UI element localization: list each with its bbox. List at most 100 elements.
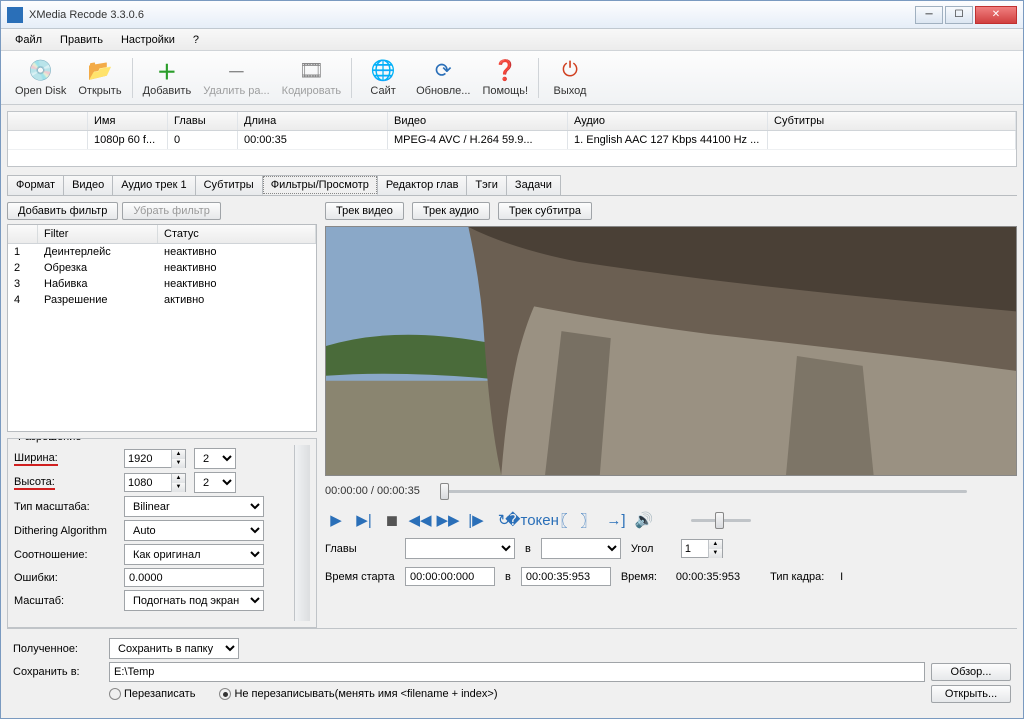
menu-edit[interactable]: Править <box>52 32 111 48</box>
track-video-button[interactable]: Трек видео <box>325 202 404 220</box>
filter-row[interactable]: 2Обрезканеактивно <box>8 260 316 276</box>
dest-select[interactable]: Сохранить в папку <box>109 638 239 659</box>
dither-select[interactable]: Auto <box>124 520 264 541</box>
angle-input[interactable]: ▲▼ <box>681 539 723 558</box>
path-label: Сохранить в: <box>13 666 103 678</box>
menu-settings[interactable]: Настройки <box>113 32 183 48</box>
chapters-label: Главы <box>325 543 395 555</box>
menubar: Файл Править Настройки ? <box>1 29 1023 51</box>
globe-icon: 🌐 <box>371 59 395 83</box>
col-status[interactable]: Статус <box>158 225 316 243</box>
col-subs[interactable]: Субтитры <box>768 112 1016 130</box>
play-button[interactable]: ▶ <box>325 510 347 530</box>
scrollbar[interactable] <box>294 445 310 621</box>
fit-select[interactable]: Подогнать под экран <box>124 590 264 611</box>
no-overwrite-radio[interactable]: Не перезаписывать(менять имя <filename +… <box>219 688 497 700</box>
film-icon: 🎞 <box>299 59 323 83</box>
folder-icon: 📂 <box>88 59 112 83</box>
file-row[interactable]: 1080p 60 f... 0 00:00:35 MPEG-4 AVC / H.… <box>8 131 1016 150</box>
height-div-select[interactable]: 2 <box>194 472 236 493</box>
next-frame-button[interactable]: ▶| <box>353 510 375 530</box>
filter-row[interactable]: 4Разрешениеактивно <box>8 292 316 308</box>
menu-file[interactable]: Файл <box>7 32 50 48</box>
separator <box>538 58 539 98</box>
col-video[interactable]: Видео <box>388 112 568 130</box>
tab-video[interactable]: Видео <box>63 175 113 195</box>
resolution-group: Разрешение Ширина: ▲▼ 2 Высота: ▲▼ 2 Тип… <box>7 438 317 628</box>
tab-chapters[interactable]: Редактор глав <box>377 175 468 195</box>
open-disk-button[interactable]: 💿Open Disk <box>9 53 72 103</box>
filter-table: Filter Статус 1Деинтерлейснеактивно 2Обр… <box>7 224 317 432</box>
refresh-icon: ⟳ <box>431 59 455 83</box>
chapter-to-select[interactable] <box>541 538 621 559</box>
menu-help[interactable]: ? <box>185 32 207 48</box>
left-column: Добавить фильтр Убрать фильтр Filter Ста… <box>7 202 317 628</box>
col-name[interactable]: Имя <box>88 112 168 130</box>
chapter-from-select[interactable] <box>405 538 515 559</box>
width-div-select[interactable]: 2 <box>194 448 236 469</box>
step-button[interactable]: |▶ <box>465 510 487 530</box>
stop-button[interactable]: ◼ <box>381 510 403 530</box>
mark-out-button[interactable]: →] <box>605 510 627 530</box>
toolbar: 💿Open Disk 📂Открыть ＋Добавить －Удалить р… <box>1 51 1023 105</box>
filter-row[interactable]: 1Деинтерлейснеактивно <box>8 244 316 260</box>
bracket-out-icon[interactable]: 〗 <box>577 510 599 530</box>
tab-bar: Формат Видео Аудио трек 1 Субтитры Фильт… <box>7 175 1017 196</box>
video-preview[interactable] <box>325 226 1017 476</box>
update-button[interactable]: ⟳Обновле... <box>410 53 476 103</box>
ratio-select[interactable]: Как оригинал <box>124 544 264 565</box>
angle-label: Угол <box>631 543 671 555</box>
close-button[interactable]: ✕ <box>975 6 1017 24</box>
volume-slider[interactable] <box>691 511 751 529</box>
width-label: Ширина: <box>14 452 58 466</box>
height-input[interactable]: ▲▼ <box>124 473 186 492</box>
start-time-input[interactable] <box>405 567 495 586</box>
exit-button[interactable]: ⏻Выход <box>543 53 597 103</box>
width-input[interactable]: ▲▼ <box>124 449 186 468</box>
bracket-in-icon[interactable]: 〖 <box>549 510 571 530</box>
rewind-button[interactable]: ◀◀ <box>409 510 431 530</box>
tab-subs[interactable]: Субтитры <box>195 175 263 195</box>
minimize-button[interactable]: ─ <box>915 6 943 24</box>
track-sub-button[interactable]: Трек субтитра <box>498 202 592 220</box>
help-button[interactable]: ❓Помощь! <box>476 53 534 103</box>
col-length[interactable]: Длина <box>238 112 388 130</box>
separator <box>351 58 352 98</box>
titlebar[interactable]: XMedia Recode 3.3.0.6 ─ ☐ ✕ <box>1 1 1023 29</box>
remove-button: －Удалить ра... <box>197 53 275 103</box>
plus-icon: ＋ <box>155 59 179 83</box>
mark-in-button[interactable]: �токен <box>521 510 543 530</box>
seek-slider[interactable] <box>440 482 967 500</box>
track-audio-button[interactable]: Трек аудио <box>412 202 490 220</box>
overwrite-radio[interactable]: Перезаписать <box>109 688 195 700</box>
open-button[interactable]: 📂Открыть <box>72 53 127 103</box>
tab-tasks[interactable]: Задачи <box>506 175 561 195</box>
browse-button[interactable]: Обзор... <box>931 663 1011 681</box>
filter-row[interactable]: 3Набивканеактивно <box>8 276 316 292</box>
tab-tags[interactable]: Тэги <box>466 175 507 195</box>
tab-format[interactable]: Формат <box>7 175 64 195</box>
forward-button[interactable]: ▶▶ <box>437 510 459 530</box>
tab-filters[interactable]: Фильтры/Просмотр <box>262 175 378 195</box>
app-icon <box>7 7 23 23</box>
col-filter[interactable]: Filter <box>38 225 158 243</box>
end-time-input[interactable] <box>521 567 611 586</box>
player-controls: ▶ ▶| ◼ ◀◀ ▶▶ |▶ ↻ �токен 〖 〗 →] 🔊 <box>325 510 1017 530</box>
error-input[interactable] <box>124 568 264 587</box>
volume-icon[interactable]: 🔊 <box>633 510 655 530</box>
maximize-button[interactable]: ☐ <box>945 6 973 24</box>
group-title: Разрешение <box>14 438 86 443</box>
path-input[interactable] <box>109 662 925 682</box>
minus-icon: － <box>224 59 248 83</box>
content: Имя Главы Длина Видео Аудио Субтитры 108… <box>1 105 1023 718</box>
tab-audio[interactable]: Аудио трек 1 <box>112 175 195 195</box>
col-chapters[interactable]: Главы <box>168 112 238 130</box>
add-filter-button[interactable]: Добавить фильтр <box>7 202 118 220</box>
scale-select[interactable]: Bilinear <box>124 496 264 517</box>
col-audio[interactable]: Аудио <box>568 112 768 130</box>
help-icon: ❓ <box>493 59 517 83</box>
site-button[interactable]: 🌐Сайт <box>356 53 410 103</box>
window-title: XMedia Recode 3.3.0.6 <box>29 9 915 21</box>
open-folder-button[interactable]: Открыть... <box>931 685 1011 703</box>
add-button[interactable]: ＋Добавить <box>137 53 198 103</box>
